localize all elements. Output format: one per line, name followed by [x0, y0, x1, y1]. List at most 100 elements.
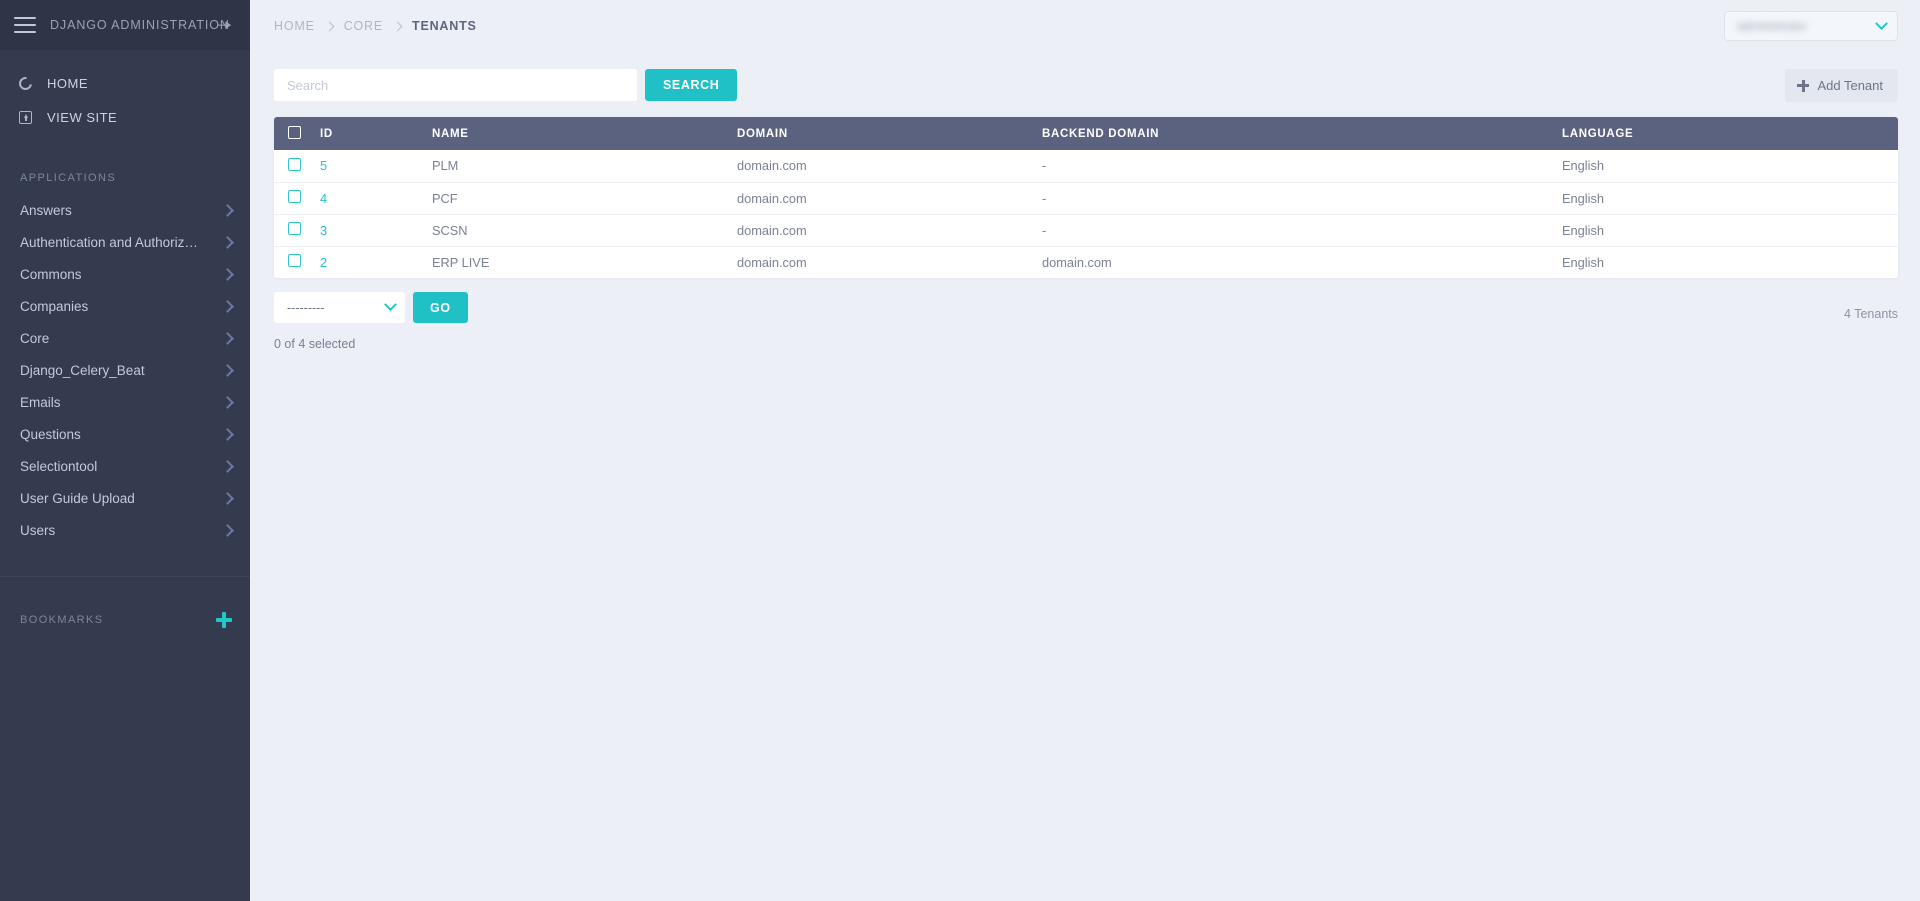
chevron-right-icon	[221, 459, 234, 473]
column-header-language[interactable]: LANGUAGE	[1554, 117, 1898, 150]
column-header-domain[interactable]: DOMAIN	[729, 117, 1034, 150]
sidebar-item-emails[interactable]: Emails	[0, 386, 250, 418]
row-checkbox[interactable]	[288, 157, 301, 171]
sidebar-item-label: Emails	[20, 394, 61, 410]
column-header-name[interactable]: NAME	[424, 117, 729, 150]
table-head: ID NAME DOMAIN BACKEND DOMAIN LANGUAGE	[274, 117, 1898, 150]
go-button[interactable]: GO	[413, 292, 468, 323]
sidebar-item-label: Authentication and Authoriz…	[20, 234, 198, 250]
sidebar-item-label: Commons	[20, 266, 82, 282]
chevron-down-icon	[1875, 16, 1888, 30]
sidebar-item-core[interactable]: Core	[0, 322, 250, 354]
sidebar-item-label: Core	[20, 330, 50, 346]
cell-backend-domain: -	[1034, 150, 1554, 183]
select-all-checkbox[interactable]	[288, 125, 301, 139]
table-row[interactable]: 2 ERP LIVE domain.com domain.com English	[274, 246, 1898, 278]
chevron-right-icon	[221, 331, 234, 345]
row-checkbox[interactable]	[288, 254, 301, 268]
cell-backend-domain: -	[1034, 182, 1554, 215]
tenant-id-link[interactable]: 2	[320, 255, 327, 270]
cell-domain: domain.com	[729, 182, 1034, 215]
sidebar-item-answers[interactable]: Answers	[0, 194, 250, 226]
sidebar-item-authentication-and-authorization[interactable]: Authentication and Authoriz…	[0, 226, 250, 258]
plus-icon[interactable]	[216, 612, 232, 628]
breadcrumb-item-tenants: TENANTS	[412, 19, 477, 33]
cell-backend-domain: -	[1034, 214, 1554, 247]
sidebar-item-django-celery-beat[interactable]: Django_Celery_Beat	[0, 354, 250, 386]
search-button[interactable]: SEARCH	[645, 69, 738, 101]
table-body: 5 PLM domain.com - English 4 PCF domain.…	[274, 150, 1898, 278]
sidebar-item-label: Answers	[20, 202, 72, 218]
chevron-right-icon	[221, 363, 234, 377]
cell-domain: domain.com	[729, 150, 1034, 183]
table-row[interactable]: 5 PLM domain.com - English	[274, 150, 1898, 183]
action-select-value: ---------	[287, 300, 325, 315]
breadcrumb-item-core[interactable]: CORE	[344, 19, 383, 33]
cell-name: PLM	[424, 150, 729, 183]
sidebar-primary-nav: HOME VIEW SITE	[0, 50, 250, 134]
tenants-table-container: ID NAME DOMAIN BACKEND DOMAIN LANGUAGE 5…	[274, 117, 1898, 278]
add-tenant-label: Add Tenant	[1817, 78, 1883, 93]
cell-backend-domain: domain.com	[1042, 254, 1112, 270]
chevron-right-icon	[221, 523, 234, 537]
tenant-id-link[interactable]: 4	[320, 191, 327, 206]
sidebar-item-view-site[interactable]: VIEW SITE	[0, 100, 250, 134]
tenant-id-link[interactable]: 5	[320, 158, 327, 173]
content-area: SEARCH Add Tenant ID NAME	[250, 52, 1920, 351]
sidebar-item-users[interactable]: Users	[0, 514, 250, 546]
column-header-id[interactable]: ID	[312, 117, 424, 150]
main-area: HOME CORE TENANTS administrator SEARCH	[250, 0, 1920, 901]
user-menu-label: administrator	[1737, 19, 1807, 33]
plus-icon	[1797, 79, 1810, 92]
tenant-id-link[interactable]: 3	[320, 223, 327, 238]
sidebar-item-home[interactable]: HOME	[0, 66, 250, 100]
applications-section-title: APPLICATIONS	[20, 172, 117, 184]
row-select-cell	[274, 182, 312, 215]
sidebar-item-label: User Guide Upload	[20, 490, 135, 506]
chevron-right-icon	[221, 235, 234, 249]
cell-domain: domain.com	[729, 214, 1034, 247]
cell-id: 2	[312, 246, 424, 278]
breadcrumb-item-home[interactable]: HOME	[274, 19, 315, 33]
sidebar-item-commons[interactable]: Commons	[0, 258, 250, 290]
toolbar: SEARCH Add Tenant	[274, 69, 1898, 102]
sidebar-item-questions[interactable]: Questions	[0, 418, 250, 450]
column-header-backend-domain[interactable]: BACKEND DOMAIN	[1034, 117, 1554, 150]
chevron-right-icon	[392, 21, 403, 31]
user-menu-dropdown[interactable]: administrator	[1724, 11, 1898, 41]
sidebar-divider	[0, 576, 250, 577]
row-select-cell	[274, 246, 312, 278]
chevron-right-icon	[221, 299, 234, 313]
sidebar-brand-bar: DJANGO ADMINISTRATION	[0, 0, 250, 50]
cell-language: English	[1562, 254, 1604, 270]
action-bar: --------- GO	[274, 292, 1898, 323]
table-row[interactable]: 3 SCSN domain.com - English	[274, 214, 1898, 247]
cell-language: English	[1554, 214, 1898, 247]
chevron-right-icon	[221, 427, 234, 441]
chevron-right-icon	[221, 395, 234, 409]
cell-language: English	[1554, 150, 1898, 183]
sidebar-item-companies[interactable]: Companies	[0, 290, 250, 322]
sidebar-item-label: Users	[20, 522, 56, 538]
selection-count: 0 of 4 selected	[274, 337, 356, 351]
row-checkbox[interactable]	[288, 190, 301, 203]
sidebar-item-selectiontool[interactable]: Selectiontool	[0, 450, 250, 482]
row-checkbox[interactable]	[288, 222, 301, 235]
bookmarks-section: BOOKMARKS	[0, 605, 250, 635]
sidebar-item-label: VIEW SITE	[47, 109, 118, 125]
chevron-down-icon	[384, 298, 397, 312]
topbar: HOME CORE TENANTS administrator	[250, 0, 1920, 52]
cell-domain: domain.com	[737, 254, 807, 270]
sidebar-item-user-guide-upload[interactable]: User Guide Upload	[0, 482, 250, 514]
bookmarks-section-title: BOOKMARKS	[20, 614, 104, 626]
add-tenant-button[interactable]: Add Tenant	[1785, 69, 1898, 102]
pin-icon[interactable]	[214, 14, 236, 36]
sidebar-item-label: Companies	[20, 298, 89, 314]
hamburger-menu-icon[interactable]	[14, 17, 36, 33]
cell-name: ERP LIVE	[432, 254, 490, 270]
search-input[interactable]	[274, 69, 637, 101]
table-row[interactable]: 4 PCF domain.com - English	[274, 182, 1898, 215]
search-group: SEARCH	[274, 69, 738, 101]
action-select[interactable]: ---------	[274, 292, 405, 323]
brand-title: DJANGO ADMINISTRATION	[50, 18, 230, 32]
